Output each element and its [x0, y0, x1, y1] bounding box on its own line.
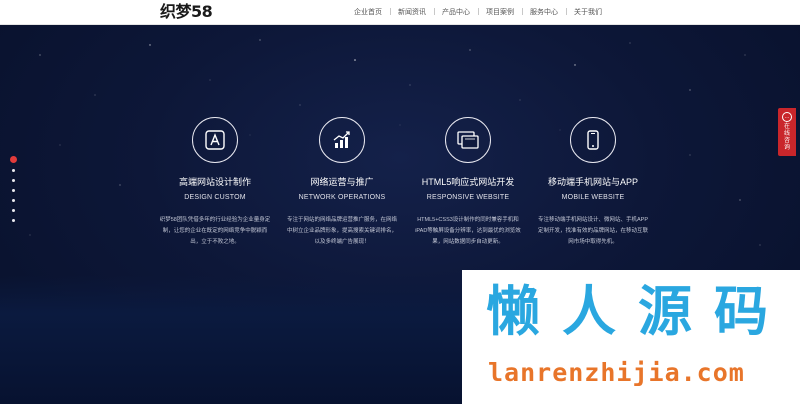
- nav-item-products[interactable]: 产品中心: [434, 7, 478, 17]
- slide-pagination: [9, 156, 17, 229]
- feature-title: 网络运营与推广: [310, 177, 374, 187]
- online-consult-tab[interactable]: … 在线咨询: [778, 108, 796, 156]
- qq-chat-icon: …: [782, 112, 792, 122]
- nav-item-about[interactable]: 关于我们: [566, 7, 610, 17]
- feature-subtitle: NETWORK OPERATIONS: [298, 194, 386, 201]
- growth-chart-icon: [333, 131, 350, 148]
- feature-title: HTML5响应式网站开发: [421, 177, 515, 187]
- slide-dot-4[interactable]: [11, 189, 15, 192]
- feature-subtitle: MOBILE WEBSITE: [561, 194, 625, 201]
- nav-item-cases[interactable]: 项目案例: [478, 7, 522, 17]
- feature-description: 专注于网站的网络品牌运营推广服务，在网络中树立企业品牌形象，提高搜索关键词排名，…: [286, 217, 397, 245]
- responsive-screens-icon: [457, 131, 479, 149]
- smartphone-icon: [587, 130, 599, 150]
- feature-description: HTML5+CSS3设计制作的同时兼容手机和iPAD等触屏设备分辨率，达到最优的…: [415, 217, 521, 245]
- nav-item-services[interactable]: 服务中心: [522, 7, 566, 17]
- main-nav: 企业首页 新闻资讯 产品中心 项目案例 服务中心 关于我们: [346, 0, 610, 24]
- feature-subtitle: RESPONSIVE WEBSITE: [426, 194, 510, 201]
- top-navigation-bar: 织梦58 企业首页 新闻资讯 产品中心 项目案例 服务中心 关于我们: [0, 0, 800, 25]
- feature-icon-circle: [445, 117, 491, 163]
- feature-mobile-website[interactable]: 移动端手机网站与APP MOBILE WEBSITE 专注移动端手机网站设计、微…: [523, 117, 663, 248]
- feature-icon-circle: [192, 117, 238, 163]
- slide-dot-1[interactable]: [9, 156, 17, 163]
- feature-icon-circle: [319, 117, 365, 163]
- nav-item-news[interactable]: 新闻资讯: [390, 7, 434, 17]
- online-consult-label: 在线咨询: [783, 124, 790, 151]
- feature-design-custom[interactable]: 高端网站设计制作 DESIGN CUSTOM 织梦58团队凭借多年的行业经验为企…: [145, 117, 285, 248]
- feature-description: 织梦58团队凭借多年的行业经验为企业量身定制，让您的企业在既定的网络竞争中脱颖而…: [159, 217, 271, 245]
- watermark-chinese-text: 懒人源码: [486, 280, 790, 343]
- feature-icon-circle: [570, 117, 616, 163]
- feature-list: 高端网站设计制作 DESIGN CUSTOM 织梦58团队凭借多年的行业经验为企…: [145, 117, 665, 267]
- slide-dot-5[interactable]: [11, 199, 15, 202]
- slide-dot-7[interactable]: [11, 219, 15, 222]
- app-store-icon: [205, 130, 225, 150]
- slide-dot-2[interactable]: [11, 169, 15, 172]
- feature-subtitle: DESIGN CUSTOM: [184, 194, 246, 201]
- feature-network-operations[interactable]: 网络运营与推广 NETWORK OPERATIONS 专注于网站的网络品牌运营推…: [272, 117, 412, 248]
- feature-title: 移动端手机网站与APP: [547, 177, 638, 187]
- feature-title: 高端网站设计制作: [178, 177, 251, 187]
- slide-dot-3[interactable]: [11, 179, 15, 182]
- slide-dot-6[interactable]: [11, 209, 15, 212]
- site-logo[interactable]: 织梦58: [160, 3, 213, 21]
- feature-description: 专注移动端手机网站设计、微网站、手机APP定制开发，找准有效的品牌网站，在移动互…: [537, 217, 648, 245]
- watermark-overlay: 懒人源码 lanrenzhijia.com: [462, 270, 800, 404]
- nav-item-home[interactable]: 企业首页: [346, 7, 390, 17]
- feature-responsive-website[interactable]: HTML5响应式网站开发 RESPONSIVE WEBSITE HTML5+CS…: [398, 117, 538, 248]
- watermark-domain-text: lanrenzhijia.com: [488, 358, 745, 387]
